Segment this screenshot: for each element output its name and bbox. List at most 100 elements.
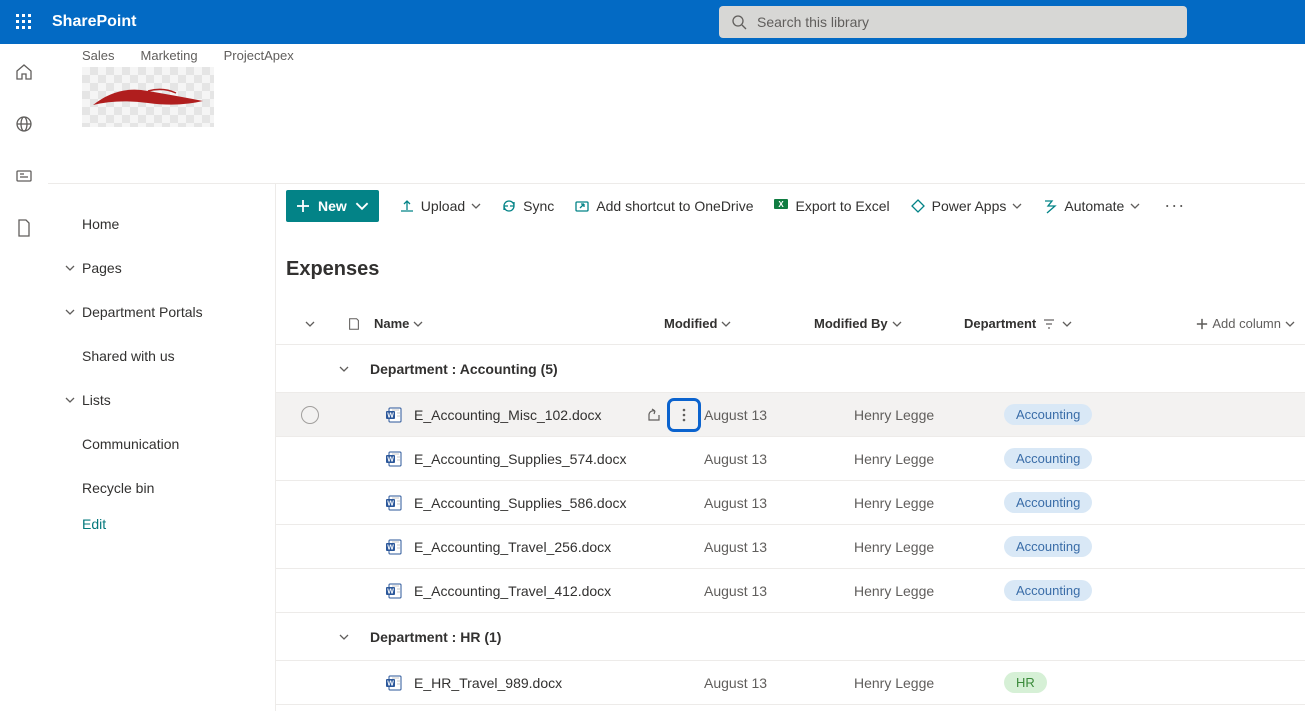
file-row[interactable]: E_HR_Travel_989.docxAugust 13Henry Legge…: [276, 661, 1305, 705]
nav-item-label: Home: [82, 216, 119, 232]
chevron-down-icon: [58, 395, 82, 405]
hub-nav-item[interactable]: Sales: [82, 48, 115, 63]
department-cell: Accounting: [1004, 404, 1164, 425]
chevron-down-icon: [355, 199, 369, 213]
word-doc-icon: [374, 582, 414, 600]
search-input[interactable]: [757, 14, 1175, 30]
search-icon: [731, 14, 747, 30]
sync-icon: [501, 198, 517, 214]
nav-item[interactable]: Department Portals: [48, 290, 275, 334]
nav-item-label: Recycle bin: [82, 480, 154, 496]
department-cell: Accounting: [1004, 492, 1164, 513]
modified-cell: August 13: [704, 451, 854, 467]
automate-label: Automate: [1064, 198, 1124, 214]
file-name-cell[interactable]: E_Accounting_Supplies_586.docx: [414, 491, 704, 515]
file-name: E_Accounting_Travel_256.docx: [414, 539, 642, 555]
file-row[interactable]: E_Accounting_Misc_102.docx August 13Henry…: [276, 393, 1305, 437]
file-name-cell[interactable]: E_HR_Travel_989.docx: [414, 671, 704, 695]
export-label: Export to Excel: [795, 198, 889, 214]
rail-home-icon[interactable]: [12, 60, 36, 84]
more-actions-button[interactable]: [672, 403, 696, 427]
file-name-cell[interactable]: E_Accounting_Misc_102.docx: [414, 403, 704, 427]
rail-files-icon[interactable]: [12, 216, 36, 240]
site-nav: Home Pages Department Portals Shared with u…: [48, 184, 276, 711]
modified-by-cell: Henry Legge: [854, 675, 1004, 691]
nav-item[interactable]: Pages: [48, 246, 275, 290]
file-row[interactable]: E_Accounting_Travel_256.docxAugust 13Hen…: [276, 525, 1305, 569]
column-name[interactable]: Name: [374, 316, 664, 331]
shortcut-label: Add shortcut to OneDrive: [596, 198, 753, 214]
power-apps-button[interactable]: Power Apps: [910, 198, 1023, 214]
powerapps-label: Power Apps: [932, 198, 1007, 214]
modified-cell: August 13: [704, 675, 854, 691]
department-cell: HR: [1004, 672, 1164, 693]
nav-item-label: Pages: [82, 260, 122, 276]
group-label: Department : Accounting (5): [370, 361, 558, 377]
automate-button[interactable]: Automate: [1042, 198, 1140, 214]
group-header[interactable]: Department : Accounting (5): [276, 345, 1305, 393]
modified-by-cell: Henry Legge: [854, 407, 1004, 423]
share-icon[interactable]: [642, 403, 666, 427]
file-row[interactable]: E_Accounting_Supplies_574.docxAugust 13H…: [276, 437, 1305, 481]
word-doc-icon: [374, 538, 414, 556]
rail-globe-icon[interactable]: [12, 112, 36, 136]
chevron-down-icon: [892, 319, 902, 329]
file-row[interactable]: E_Accounting_Travel_412.docxAugust 13Hen…: [276, 569, 1305, 613]
sync-label: Sync: [523, 198, 554, 214]
nav-item[interactable]: Lists: [48, 378, 275, 422]
modified-by-cell: Henry Legge: [854, 451, 1004, 467]
department-pill: Accounting: [1004, 492, 1092, 513]
more-commands-button[interactable]: ···: [1164, 195, 1185, 216]
suite-header: SharePoint: [0, 0, 1305, 44]
chevron-down-icon: [58, 263, 82, 273]
sync-button[interactable]: Sync: [501, 198, 554, 214]
nav-item-label: Shared with us: [82, 348, 175, 364]
group-label: Department : HR (1): [370, 629, 501, 645]
file-name-cell[interactable]: E_Accounting_Travel_256.docx: [414, 535, 704, 559]
chevron-down-icon: [1285, 319, 1295, 329]
column-modified-by[interactable]: Modified By: [814, 316, 964, 331]
plus-icon: [296, 199, 310, 213]
new-button[interactable]: New: [286, 190, 379, 222]
group-header[interactable]: Department : HR (1): [276, 613, 1305, 661]
file-name: E_Accounting_Misc_102.docx: [414, 407, 642, 423]
chevron-down-icon: [413, 319, 423, 329]
shortcut-button[interactable]: Add shortcut to OneDrive: [574, 198, 753, 214]
search-box[interactable]: [719, 6, 1187, 38]
file-row[interactable]: E_Accounting_Supplies_586.docxAugust 13H…: [276, 481, 1305, 525]
department-pill: Accounting: [1004, 448, 1092, 469]
word-doc-icon: [374, 674, 414, 692]
nav-item[interactable]: Recycle bin: [48, 466, 275, 510]
hub-nav-item[interactable]: ProjectApex: [224, 48, 294, 63]
column-filetype[interactable]: [334, 317, 374, 331]
modified-cell: August 13: [704, 407, 854, 423]
expand-all-toggle[interactable]: [286, 319, 334, 329]
nav-item[interactable]: Home: [48, 202, 275, 246]
shortcut-icon: [574, 198, 590, 214]
nav-item[interactable]: Communication: [48, 422, 275, 466]
file-name-cell[interactable]: E_Accounting_Supplies_574.docx: [414, 447, 704, 471]
department-pill: Accounting: [1004, 580, 1092, 601]
export-excel-button[interactable]: Export to Excel: [773, 196, 889, 215]
edit-nav-link[interactable]: Edit: [48, 516, 275, 532]
nav-item[interactable]: Shared with us: [48, 334, 275, 378]
column-department[interactable]: Department: [964, 316, 1124, 331]
hub-nav: Sales Marketing ProjectApex: [82, 44, 1305, 63]
command-bar: New Upload Sync Add shortcut to O: [276, 184, 1305, 228]
select-toggle[interactable]: [286, 406, 334, 424]
app-rail: [0, 44, 48, 711]
column-modified[interactable]: Modified: [664, 316, 814, 331]
upload-button[interactable]: Upload: [399, 198, 481, 214]
excel-icon: [773, 196, 789, 215]
department-pill: Accounting: [1004, 404, 1092, 425]
nav-item-label: Department Portals: [82, 304, 203, 320]
app-launcher-icon[interactable]: [8, 6, 40, 38]
add-column-button[interactable]: Add column: [1124, 316, 1305, 331]
table-header: Name Modified Modified By Department Add…: [276, 303, 1305, 345]
hub-nav-item[interactable]: Marketing: [141, 48, 198, 63]
app-name: SharePoint: [52, 13, 136, 31]
chevron-down-icon: [1130, 201, 1140, 211]
rail-news-icon[interactable]: [12, 164, 36, 188]
word-doc-icon: [374, 450, 414, 468]
file-name-cell[interactable]: E_Accounting_Travel_412.docx: [414, 579, 704, 603]
